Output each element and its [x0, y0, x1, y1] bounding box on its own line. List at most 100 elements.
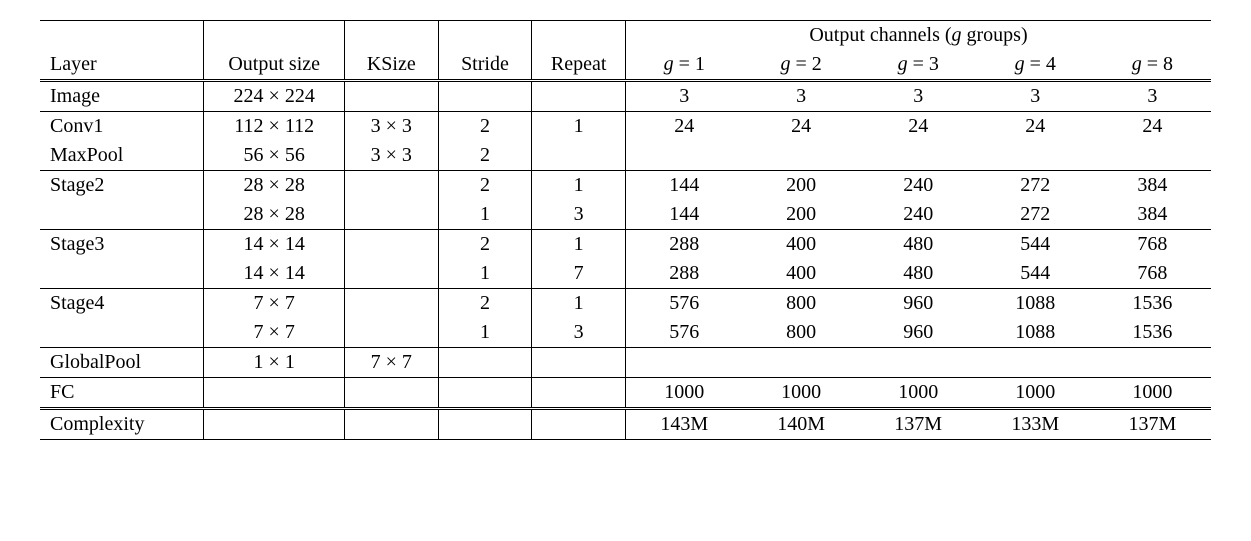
- cell-g4: 3: [977, 81, 1094, 112]
- col-groups: Output channels (g groups): [625, 21, 1211, 51]
- cell-layer: Stage2: [40, 171, 204, 201]
- cell-ksize: [344, 200, 438, 230]
- cell-repeat: [532, 141, 626, 171]
- col-g3: g = 3: [860, 50, 977, 81]
- cell-repeat: [532, 348, 626, 378]
- cell-g8: 384: [1094, 200, 1211, 230]
- table-row: FC 1000 1000 1000 1000 1000: [40, 378, 1211, 409]
- cell-g1: 3: [625, 81, 742, 112]
- cell-layer: Image: [40, 81, 204, 112]
- cell-g1: 1000: [625, 378, 742, 409]
- cell-ksize: 3 × 3: [344, 141, 438, 171]
- cell-layer: Stage3: [40, 230, 204, 260]
- cell-g1: 288: [625, 259, 742, 289]
- groups-title-var: g: [952, 24, 962, 46]
- cell-output: 14 × 14: [204, 230, 345, 260]
- cell-g4: 133M: [977, 409, 1094, 440]
- cell-stride: 2: [438, 289, 532, 319]
- cell-ksize: 7 × 7: [344, 348, 438, 378]
- cell-ksize: [344, 230, 438, 260]
- table-row: Image 224 × 224 3 3 3 3 3: [40, 81, 1211, 112]
- cell-stride: 1: [438, 318, 532, 348]
- cell-g1: 576: [625, 289, 742, 319]
- cell-g1: 144: [625, 171, 742, 201]
- col-ksize: KSize: [344, 21, 438, 81]
- cell-g2: 800: [743, 318, 860, 348]
- cell-repeat: 1: [532, 112, 626, 142]
- cell-repeat: [532, 409, 626, 440]
- cell-g3: 960: [860, 318, 977, 348]
- cell-g2: 800: [743, 289, 860, 319]
- g8-var: g: [1132, 53, 1142, 75]
- cell-g8: [1094, 141, 1211, 171]
- cell-g4: [977, 141, 1094, 171]
- cell-repeat: [532, 378, 626, 409]
- cell-ksize: 3 × 3: [344, 112, 438, 142]
- col-g4: g = 4: [977, 50, 1094, 81]
- g4-var: g: [1015, 53, 1025, 75]
- cell-layer: Conv1: [40, 112, 204, 142]
- cell-g8: 24: [1094, 112, 1211, 142]
- cell-output: [204, 378, 345, 409]
- cell-layer: MaxPool: [40, 141, 204, 171]
- cell-g4: 272: [977, 171, 1094, 201]
- table-row: Stage4 7 × 7 2 1 576 800 960 1088 1536: [40, 289, 1211, 319]
- cell-g3: 960: [860, 289, 977, 319]
- cell-g3: [860, 141, 977, 171]
- g1-eq: = 1: [674, 53, 705, 75]
- cell-stride: [438, 409, 532, 440]
- cell-stride: 1: [438, 200, 532, 230]
- cell-g4: 24: [977, 112, 1094, 142]
- cell-output: 28 × 28: [204, 200, 345, 230]
- cell-g1: 576: [625, 318, 742, 348]
- g2-eq: = 2: [790, 53, 821, 75]
- cell-repeat: 3: [532, 200, 626, 230]
- col-g2: g = 2: [743, 50, 860, 81]
- cell-g3: 480: [860, 230, 977, 260]
- cell-ksize: [344, 318, 438, 348]
- cell-output: 1 × 1: [204, 348, 345, 378]
- cell-g1: 144: [625, 200, 742, 230]
- col-layer: Layer: [40, 21, 204, 81]
- cell-stride: 2: [438, 171, 532, 201]
- cell-g3: 240: [860, 200, 977, 230]
- table-row: 28 × 28 1 3 144 200 240 272 384: [40, 200, 1211, 230]
- cell-g2: [743, 141, 860, 171]
- cell-repeat: 7: [532, 259, 626, 289]
- cell-g4: [977, 348, 1094, 378]
- cell-layer: [40, 259, 204, 289]
- cell-output: 7 × 7: [204, 318, 345, 348]
- cell-g1: [625, 141, 742, 171]
- cell-output: 112 × 112: [204, 112, 345, 142]
- cell-ksize: [344, 171, 438, 201]
- cell-g8: 384: [1094, 171, 1211, 201]
- cell-ksize: [344, 409, 438, 440]
- cell-layer: GlobalPool: [40, 348, 204, 378]
- cell-g2: 24: [743, 112, 860, 142]
- cell-g4: 1088: [977, 318, 1094, 348]
- cell-g2: 400: [743, 230, 860, 260]
- cell-output: [204, 409, 345, 440]
- cell-g1: 24: [625, 112, 742, 142]
- cell-stride: 2: [438, 230, 532, 260]
- cell-g4: 1000: [977, 378, 1094, 409]
- groups-title-pre: Output channels (: [809, 24, 951, 46]
- cell-output: 7 × 7: [204, 289, 345, 319]
- cell-output: 224 × 224: [204, 81, 345, 112]
- col-stride: Stride: [438, 21, 532, 81]
- cell-repeat: [532, 81, 626, 112]
- cell-g2: [743, 348, 860, 378]
- cell-g2: 140M: [743, 409, 860, 440]
- cell-g2: 200: [743, 171, 860, 201]
- cell-g3: 3: [860, 81, 977, 112]
- g2-var: g: [780, 53, 790, 75]
- cell-ksize: [344, 259, 438, 289]
- cell-repeat: 1: [532, 230, 626, 260]
- cell-g2: 200: [743, 200, 860, 230]
- cell-ksize: [344, 81, 438, 112]
- col-output: Output size: [204, 21, 345, 81]
- cell-layer: Complexity: [40, 409, 204, 440]
- g1-var: g: [664, 53, 674, 75]
- cell-g1: 143M: [625, 409, 742, 440]
- g3-var: g: [898, 53, 908, 75]
